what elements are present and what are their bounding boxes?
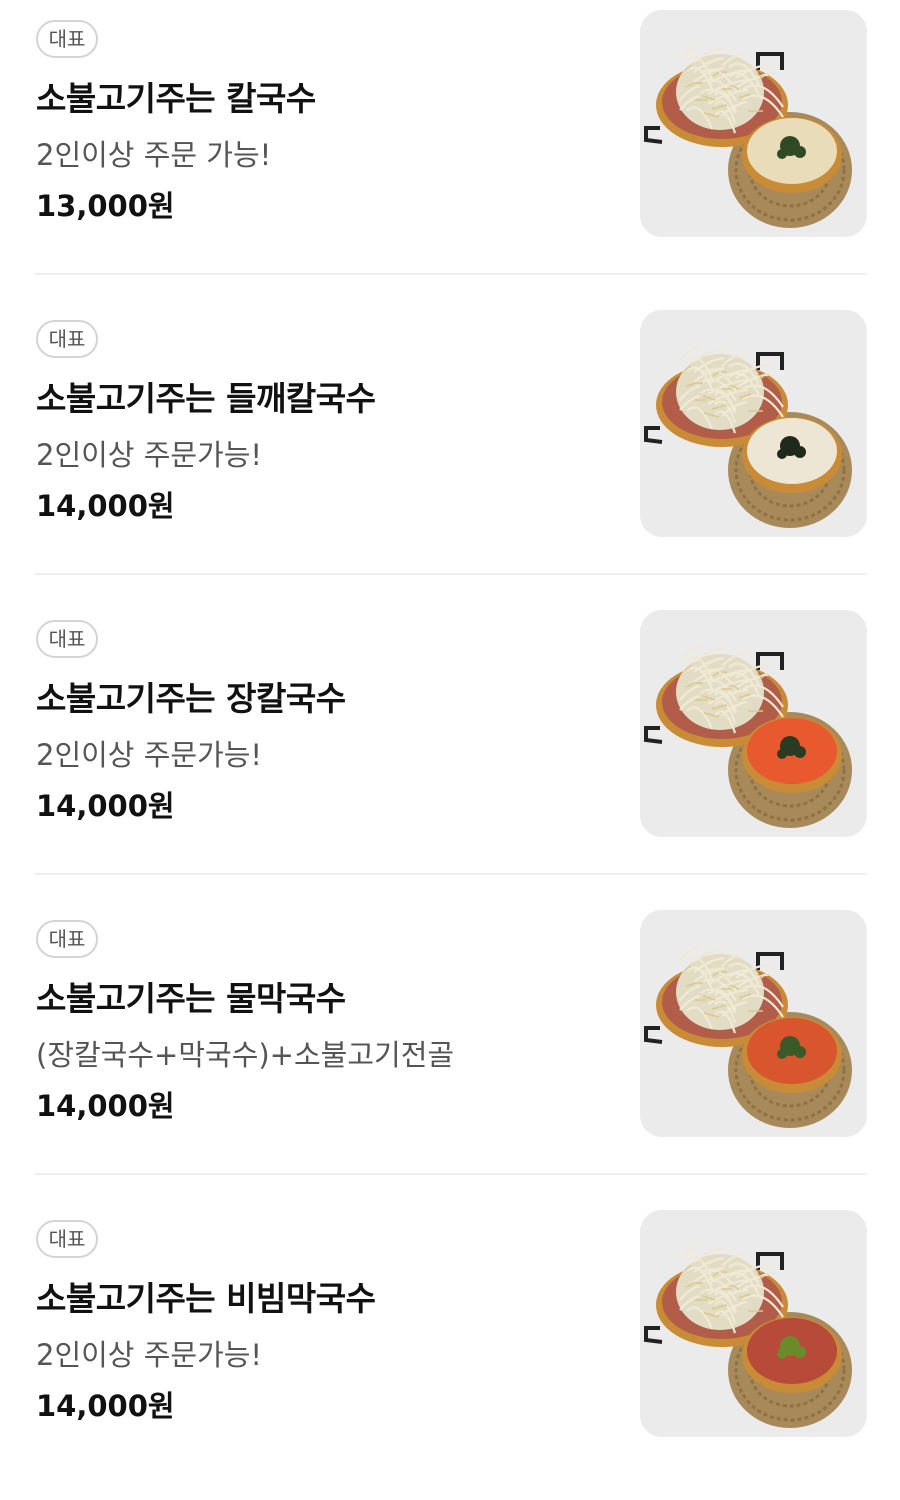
menu-item-description: 2인이상 주문 가능!	[36, 138, 272, 172]
food-photo-illustration	[640, 1210, 867, 1437]
signature-badge: 대표	[36, 1220, 98, 1258]
menu-item-photo[interactable]	[640, 1210, 867, 1437]
menu-item[interactable]: 대표 소불고기주는 칼국수 2인이상 주문 가능! 13,000원	[0, 0, 900, 300]
menu-item-name: 소불고기주는 물막국수	[36, 979, 346, 1018]
menu-item-price: 13,000원	[36, 189, 175, 223]
food-photo-illustration	[640, 10, 867, 237]
signature-badge: 대표	[36, 620, 98, 658]
menu-item-photo[interactable]	[640, 910, 867, 1137]
menu-item-name: 소불고기주는 장칼국수	[36, 679, 346, 718]
menu-item-price: 14,000원	[36, 1089, 175, 1123]
menu-item-name: 소불고기주는 칼국수	[36, 79, 316, 118]
menu-item[interactable]: 대표 소불고기주는 물막국수 (장칼국수+막국수)+소불고기전골 14,000원	[0, 900, 900, 1200]
menu-item-photo[interactable]	[640, 610, 867, 837]
signature-badge: 대표	[36, 320, 98, 358]
menu-item-price: 14,000원	[36, 1389, 175, 1423]
menu-item-price: 14,000원	[36, 489, 175, 523]
menu-item-description: 2인이상 주문가능!	[36, 1338, 263, 1372]
divider	[34, 1173, 867, 1175]
food-photo-illustration	[640, 310, 867, 537]
menu-item-name: 소불고기주는 비빔막국수	[36, 1279, 376, 1318]
menu-item[interactable]: 대표 소불고기주는 비빔막국수 2인이상 주문가능! 14,000원	[0, 1200, 900, 1500]
menu-item-description: (장칼국수+막국수)+소불고기전골	[36, 1038, 455, 1072]
divider	[34, 573, 867, 575]
food-photo-illustration	[640, 910, 867, 1137]
signature-badge: 대표	[36, 920, 98, 958]
menu-item[interactable]: 대표 소불고기주는 들깨칼국수 2인이상 주문가능! 14,000원	[0, 300, 900, 600]
menu-item[interactable]: 대표 소불고기주는 장칼국수 2인이상 주문가능! 14,000원	[0, 600, 900, 900]
menu-item-description: 2인이상 주문가능!	[36, 438, 263, 472]
divider	[34, 873, 867, 875]
menu-item-name: 소불고기주는 들깨칼국수	[36, 379, 376, 418]
food-photo-illustration	[640, 610, 867, 837]
menu-list: 대표 소불고기주는 칼국수 2인이상 주문 가능! 13,000원 대표 소불고…	[0, 0, 900, 1441]
menu-item-photo[interactable]	[640, 10, 867, 237]
menu-item-price: 14,000원	[36, 789, 175, 823]
menu-item-description: 2인이상 주문가능!	[36, 738, 263, 772]
divider	[34, 273, 867, 275]
menu-item-photo[interactable]	[640, 310, 867, 537]
signature-badge: 대표	[36, 20, 98, 58]
